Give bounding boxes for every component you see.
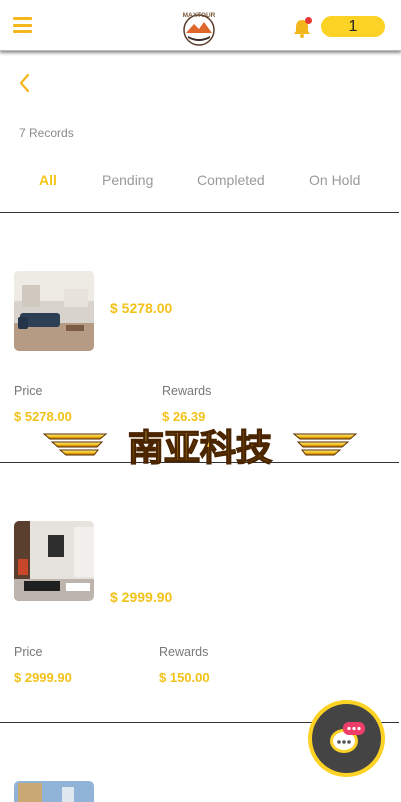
rewards-label: Rewards bbox=[162, 384, 212, 398]
logo-text: MAXTOUR bbox=[183, 12, 216, 19]
records-count: 7 Records bbox=[19, 126, 74, 140]
maxtour-logo[interactable]: MAXTOUR bbox=[180, 9, 218, 47]
order-thumbnail bbox=[14, 271, 94, 351]
order-thumbnail bbox=[14, 521, 94, 601]
menu-icon[interactable] bbox=[13, 17, 32, 33]
chat-button[interactable] bbox=[308, 700, 385, 777]
rewards-value: $ 150.00 bbox=[159, 670, 210, 685]
tab-pending[interactable]: Pending bbox=[102, 172, 153, 188]
watermark-banner: 南亚科技 bbox=[42, 427, 358, 468]
rewards-label: Rewards bbox=[159, 645, 209, 659]
tab-completed[interactable]: Completed bbox=[197, 172, 265, 188]
counter-pill[interactable]: 1 bbox=[321, 16, 385, 37]
tab-on-hold[interactable]: On Hold bbox=[309, 172, 360, 188]
status-tabs: All Pending Completed On Hold bbox=[0, 168, 401, 192]
notification-badge bbox=[305, 17, 312, 24]
watermark-text: 南亚科技 bbox=[128, 428, 272, 468]
divider bbox=[0, 212, 399, 213]
price-value: $ 2999.90 bbox=[14, 670, 72, 685]
price-label: Price bbox=[14, 384, 43, 398]
order-amount: $ 5278.00 bbox=[110, 300, 173, 316]
back-arrow-icon[interactable] bbox=[17, 72, 31, 94]
top-bar: MAXTOUR 1 bbox=[0, 0, 401, 51]
order-thumbnail bbox=[14, 781, 94, 802]
price-label: Price bbox=[14, 645, 43, 659]
order-amount: $ 2999.90 bbox=[110, 589, 173, 605]
chat-bubbles-icon bbox=[330, 722, 365, 753]
tab-all[interactable]: All bbox=[39, 172, 57, 188]
